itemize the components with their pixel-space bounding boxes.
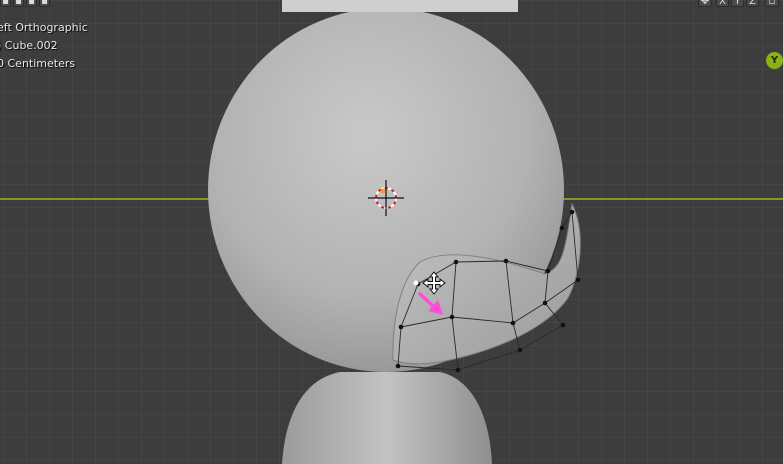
navigation-gizmo-y-axis[interactable]: Y [766, 52, 783, 69]
active-vertex[interactable] [413, 280, 419, 286]
header-shading-button[interactable]: ▪ [26, 0, 37, 7]
header-pivot-button[interactable]: ✥ [698, 0, 712, 7]
3d-viewport[interactable]: eft Orthographic ) Cube.002 0 Centimeter… [0, 0, 783, 464]
shading-icon: ▪ [15, 0, 22, 7]
scene-canvas[interactable] [0, 0, 783, 464]
options-icon: ▫ [768, 0, 776, 7]
axis-y-toggle[interactable]: Y [731, 0, 744, 7]
shading-icon: ▪ [28, 0, 35, 7]
body-mesh[interactable] [282, 372, 492, 464]
header-shading-button[interactable]: ▪ [13, 0, 24, 7]
gizmo-icon: ▪ [41, 0, 48, 7]
header-options-button[interactable]: ▫ [765, 0, 779, 7]
header-gizmo-button[interactable]: ▪ [39, 0, 50, 7]
unit-scale-label: 0 Centimeters [0, 57, 76, 70]
overlay-icon: ▪ [2, 0, 9, 7]
head-top-clip [282, 0, 518, 12]
header-overlay-button[interactable]: ▪ [0, 0, 11, 7]
view-name-label: eft Orthographic [0, 21, 88, 34]
options-icon: ✥ [700, 0, 710, 7]
active-object-label: ) Cube.002 [0, 39, 58, 52]
axis-z-toggle[interactable]: Z [746, 0, 759, 7]
axis-x-toggle[interactable]: X [716, 0, 729, 7]
